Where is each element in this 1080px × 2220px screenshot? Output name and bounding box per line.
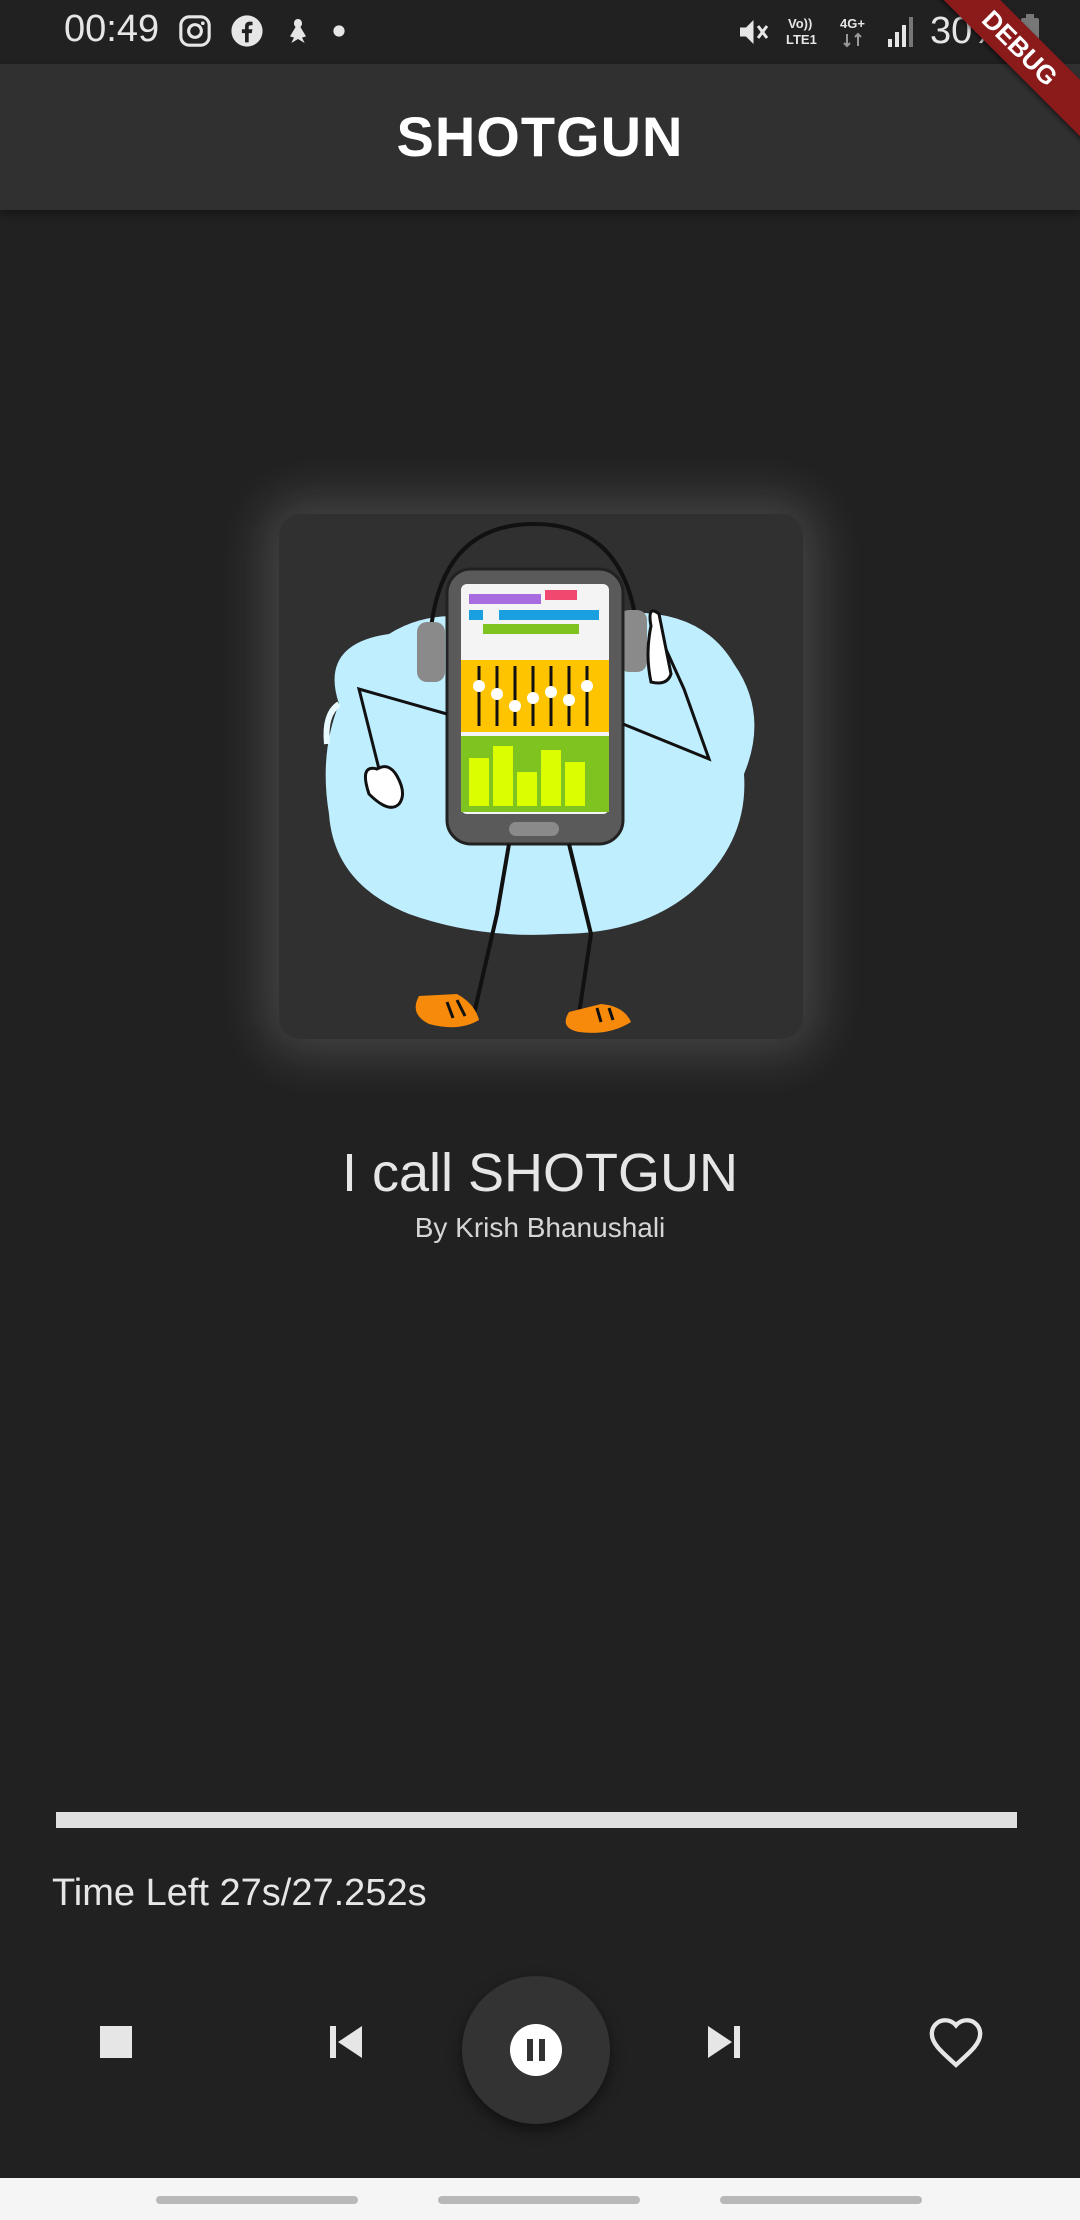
progress-bar[interactable] (56, 1812, 1017, 1828)
svg-text:Vo)): Vo)) (788, 16, 812, 31)
status-bar: 00:49 Vo)) LTE1 4G+ 30% (0, 0, 1080, 64)
instagram-icon (179, 15, 211, 47)
stop-icon (100, 2026, 132, 2058)
time-left-label: Time Left 27s/27.252s (52, 1872, 427, 1914)
favorite-button[interactable] (918, 2004, 994, 2080)
album-art (279, 514, 803, 1039)
music-phone-illustration (323, 521, 755, 1033)
nav-recents-handle[interactable] (156, 2196, 358, 2204)
dot-icon (333, 25, 345, 37)
song-artist: By Krish Bhanushali (414, 1212, 666, 1243)
pause-button[interactable] (462, 1976, 610, 2124)
svg-text:4G+: 4G+ (840, 16, 865, 31)
notification-icon (290, 19, 306, 43)
facebook-icon (231, 15, 263, 47)
skip-previous-icon (330, 2026, 362, 2058)
system-nav-bar (0, 2178, 1080, 2220)
status-time: 00:49 (64, 8, 160, 50)
volte-icon: Vo)) LTE1 (786, 16, 817, 47)
progress-fill (56, 1812, 1017, 1828)
nav-back-handle[interactable] (720, 2196, 922, 2204)
song-title: I call SHOTGUN (341, 1143, 739, 1203)
status-left-icons (178, 14, 346, 48)
mute-icon (739, 19, 769, 44)
network-4g-icon: 4G+ (840, 16, 865, 47)
heart-outline-icon (929, 2018, 983, 2068)
skip-previous-button[interactable] (312, 2008, 380, 2076)
nav-home-handle[interactable] (438, 2196, 640, 2204)
skip-next-button[interactable] (690, 2008, 758, 2076)
stop-button[interactable] (82, 2008, 150, 2076)
app-bar: SHOTGUN (0, 64, 1080, 210)
signal-icon (887, 16, 913, 47)
svg-text:LTE1: LTE1 (786, 32, 817, 47)
pause-icon (510, 2024, 562, 2076)
app-title: SHOTGUN (396, 105, 684, 168)
skip-next-icon (708, 2026, 740, 2058)
